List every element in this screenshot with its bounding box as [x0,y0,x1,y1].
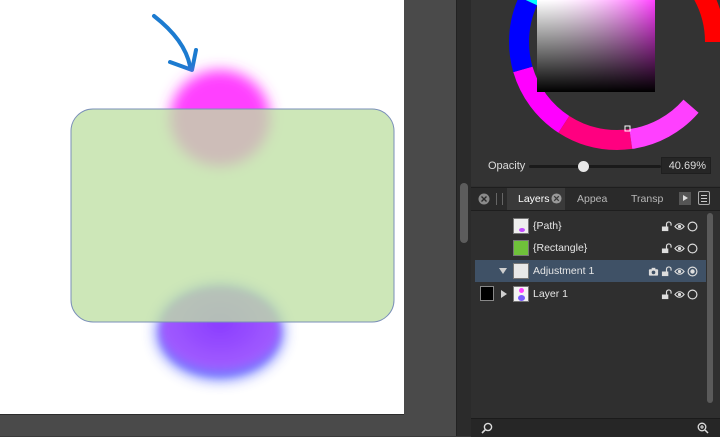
tab-appearance-label: Appea [577,193,608,205]
opacity-slider-knob[interactable] [577,161,589,172]
layers-scrollbar-thumb[interactable] [707,213,713,403]
document-page[interactable] [0,0,405,415]
layer-color-swatch[interactable] [480,286,494,301]
eye-icon[interactable] [674,266,685,277]
tab-transparency-label: Transp [631,193,664,205]
tab-grip-icon[interactable] [496,193,503,205]
zoom-in-icon[interactable] [697,422,709,434]
eye-icon[interactable] [674,289,685,300]
opacity-label: Opacity [488,160,526,172]
layer-thumbnail [513,286,529,302]
tab-transparency[interactable]: Transp [621,188,675,210]
close-icon[interactable] [551,193,562,204]
layer-row-path[interactable]: {Path} [475,215,706,237]
scrollbar-thumb[interactable] [460,183,468,243]
lock-open-icon[interactable] [661,242,672,254]
right-panel: Opacity 40.69% Layers Appea Transp {Path… [471,0,720,437]
panel-tabbar: Layers Appea Transp [471,187,720,211]
layer-name: {Rectangle} [533,242,588,254]
layer-row-adjustment[interactable]: Adjustment 1 [475,260,706,282]
panel-menu-icon[interactable] [698,191,710,205]
layer-thumbnail [513,218,529,234]
canvas-area[interactable] [0,0,456,436]
layer-name: {Path} [533,220,562,232]
circle-icon[interactable] [687,266,698,277]
expand-triangle-icon[interactable] [499,268,507,274]
close-icon[interactable] [478,193,490,205]
pasteboard [404,0,456,436]
arrow-shape[interactable] [152,14,192,68]
eye-icon[interactable] [674,243,685,254]
search-icon[interactable] [481,422,493,434]
layers-bottom-bar [471,418,720,437]
opacity-slider[interactable] [529,161,661,172]
layer-row-rectangle[interactable]: {Rectangle} [475,237,706,259]
canvas-artwork [70,14,395,380]
lock-open-icon[interactable] [661,220,672,232]
camera-icon[interactable] [648,266,659,277]
eye-icon[interactable] [674,221,685,232]
layer-thumbnail [513,240,529,256]
color-panel: Opacity 40.69% [471,0,720,186]
color-wheel[interactable] [471,0,720,150]
layer-thumbnail [513,263,529,279]
layers-scrollbar[interactable] [706,213,714,405]
canvas-vertical-scrollbar[interactable] [456,0,472,436]
rectangle-shape[interactable] [70,108,395,323]
layer-row-layer1[interactable]: Layer 1 [475,283,706,305]
layer-name: Adjustment 1 [533,265,595,277]
tab-layers[interactable]: Layers [507,188,565,210]
tab-appearance[interactable]: Appea [567,188,617,210]
tab-layers-label: Layers [518,193,550,205]
circle-icon[interactable] [687,289,698,300]
layer-name: Layer 1 [533,288,569,300]
lock-open-icon[interactable] [661,288,672,300]
lock-open-icon[interactable] [661,265,672,277]
play-icon[interactable] [679,192,691,205]
circle-icon[interactable] [687,243,698,254]
expand-triangle-icon[interactable] [501,290,507,298]
arrow-head[interactable] [168,48,198,72]
sv-square-value[interactable] [537,0,655,92]
opacity-value-field[interactable]: 40.69% [661,157,711,174]
circle-icon[interactable] [687,221,698,232]
layers-list: {Path} {Rectangle} Adjustment 1 Layer 1 [471,210,706,418]
